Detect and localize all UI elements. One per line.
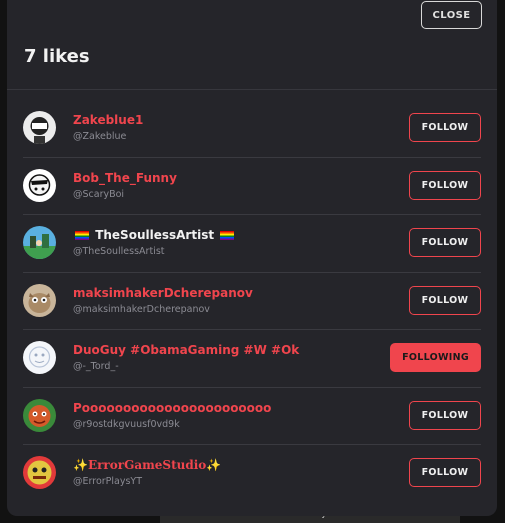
user-handle: @ScaryBoi [73, 188, 125, 200]
avatar[interactable] [23, 341, 56, 374]
list-item: Bob_The_Funny @ScaryBoi FOLLOW [23, 158, 481, 215]
list-item: ✨ErrorGameStudio✨ @ErrorPlaysYT FOLLOW [23, 445, 481, 503]
user-name[interactable]: maksimhakerDcherepanov [73, 286, 253, 300]
avatar[interactable] [23, 111, 56, 144]
rainbow-flag-icon [220, 231, 235, 240]
follow-button[interactable]: FOLLOW [409, 228, 481, 257]
list-item: TheSoullessArtist @TheSoullessArtist FOL… [23, 215, 481, 273]
divider [7, 89, 497, 90]
user-name[interactable]: Zakeblue1 [73, 113, 143, 127]
user-handle: @ErrorPlaysYT [73, 476, 143, 487]
sparkles-icon: ✨ [73, 458, 88, 472]
avatar[interactable] [23, 398, 56, 432]
list-item: Pooooooooooooooooooooooo @r9ostdkgvuusf0… [23, 388, 481, 445]
avatar[interactable] [23, 456, 56, 489]
user-name[interactable]: ✨ErrorGameStudio✨ [73, 458, 221, 472]
follow-button[interactable]: FOLLOW [409, 285, 481, 315]
user-handle: @-_Tord_- [73, 361, 119, 372]
modal-title: 7 likes [24, 46, 90, 67]
following-button[interactable]: FOLLOWING [390, 343, 481, 372]
avatar[interactable] [23, 283, 56, 317]
sparkles-icon: ✨ [206, 458, 222, 472]
user-handle: @TheSoullessArtist [73, 246, 165, 257]
follow-button[interactable]: FOLLOW [409, 113, 481, 142]
user-name[interactable]: DuoGuy #ObamaGaming #W #Ok [73, 343, 299, 357]
list-item: maksimhakerDcherepanov @maksimhakerDcher… [23, 273, 481, 330]
user-name[interactable]: TheSoullessArtist [73, 228, 236, 242]
likes-list: Zakeblue1 @Zakeblue FOLLOW Bob_The_Funny… [7, 100, 497, 503]
avatar[interactable] [23, 168, 56, 202]
user-handle: @Zakeblue [73, 131, 127, 142]
user-name-text: TheSoullessArtist [95, 228, 215, 242]
list-item: Zakeblue1 @Zakeblue FOLLOW [23, 100, 481, 158]
user-name[interactable]: Pooooooooooooooooooooooo [73, 401, 271, 415]
user-handle: @maksimhakerDcherepanov [73, 303, 210, 315]
list-item: DuoGuy #ObamaGaming #W #Ok @-_Tord_- FOL… [23, 330, 481, 388]
follow-button[interactable]: FOLLOW [409, 170, 481, 200]
user-handle: @r9ostdkgvuusf0vd9k [73, 418, 180, 430]
likes-modal: CLOSE 7 likes Zakeblue1 @Zakeblue FOLLOW [7, 0, 497, 516]
close-button[interactable]: CLOSE [421, 1, 482, 29]
avatar[interactable] [23, 226, 56, 259]
user-name[interactable]: Bob_The_Funny [73, 171, 177, 185]
follow-button[interactable]: FOLLOW [409, 400, 481, 430]
follow-button[interactable]: FOLLOW [409, 458, 481, 487]
rainbow-flag-icon [75, 231, 89, 240]
user-name-text: ErrorGameStudio [87, 458, 207, 472]
